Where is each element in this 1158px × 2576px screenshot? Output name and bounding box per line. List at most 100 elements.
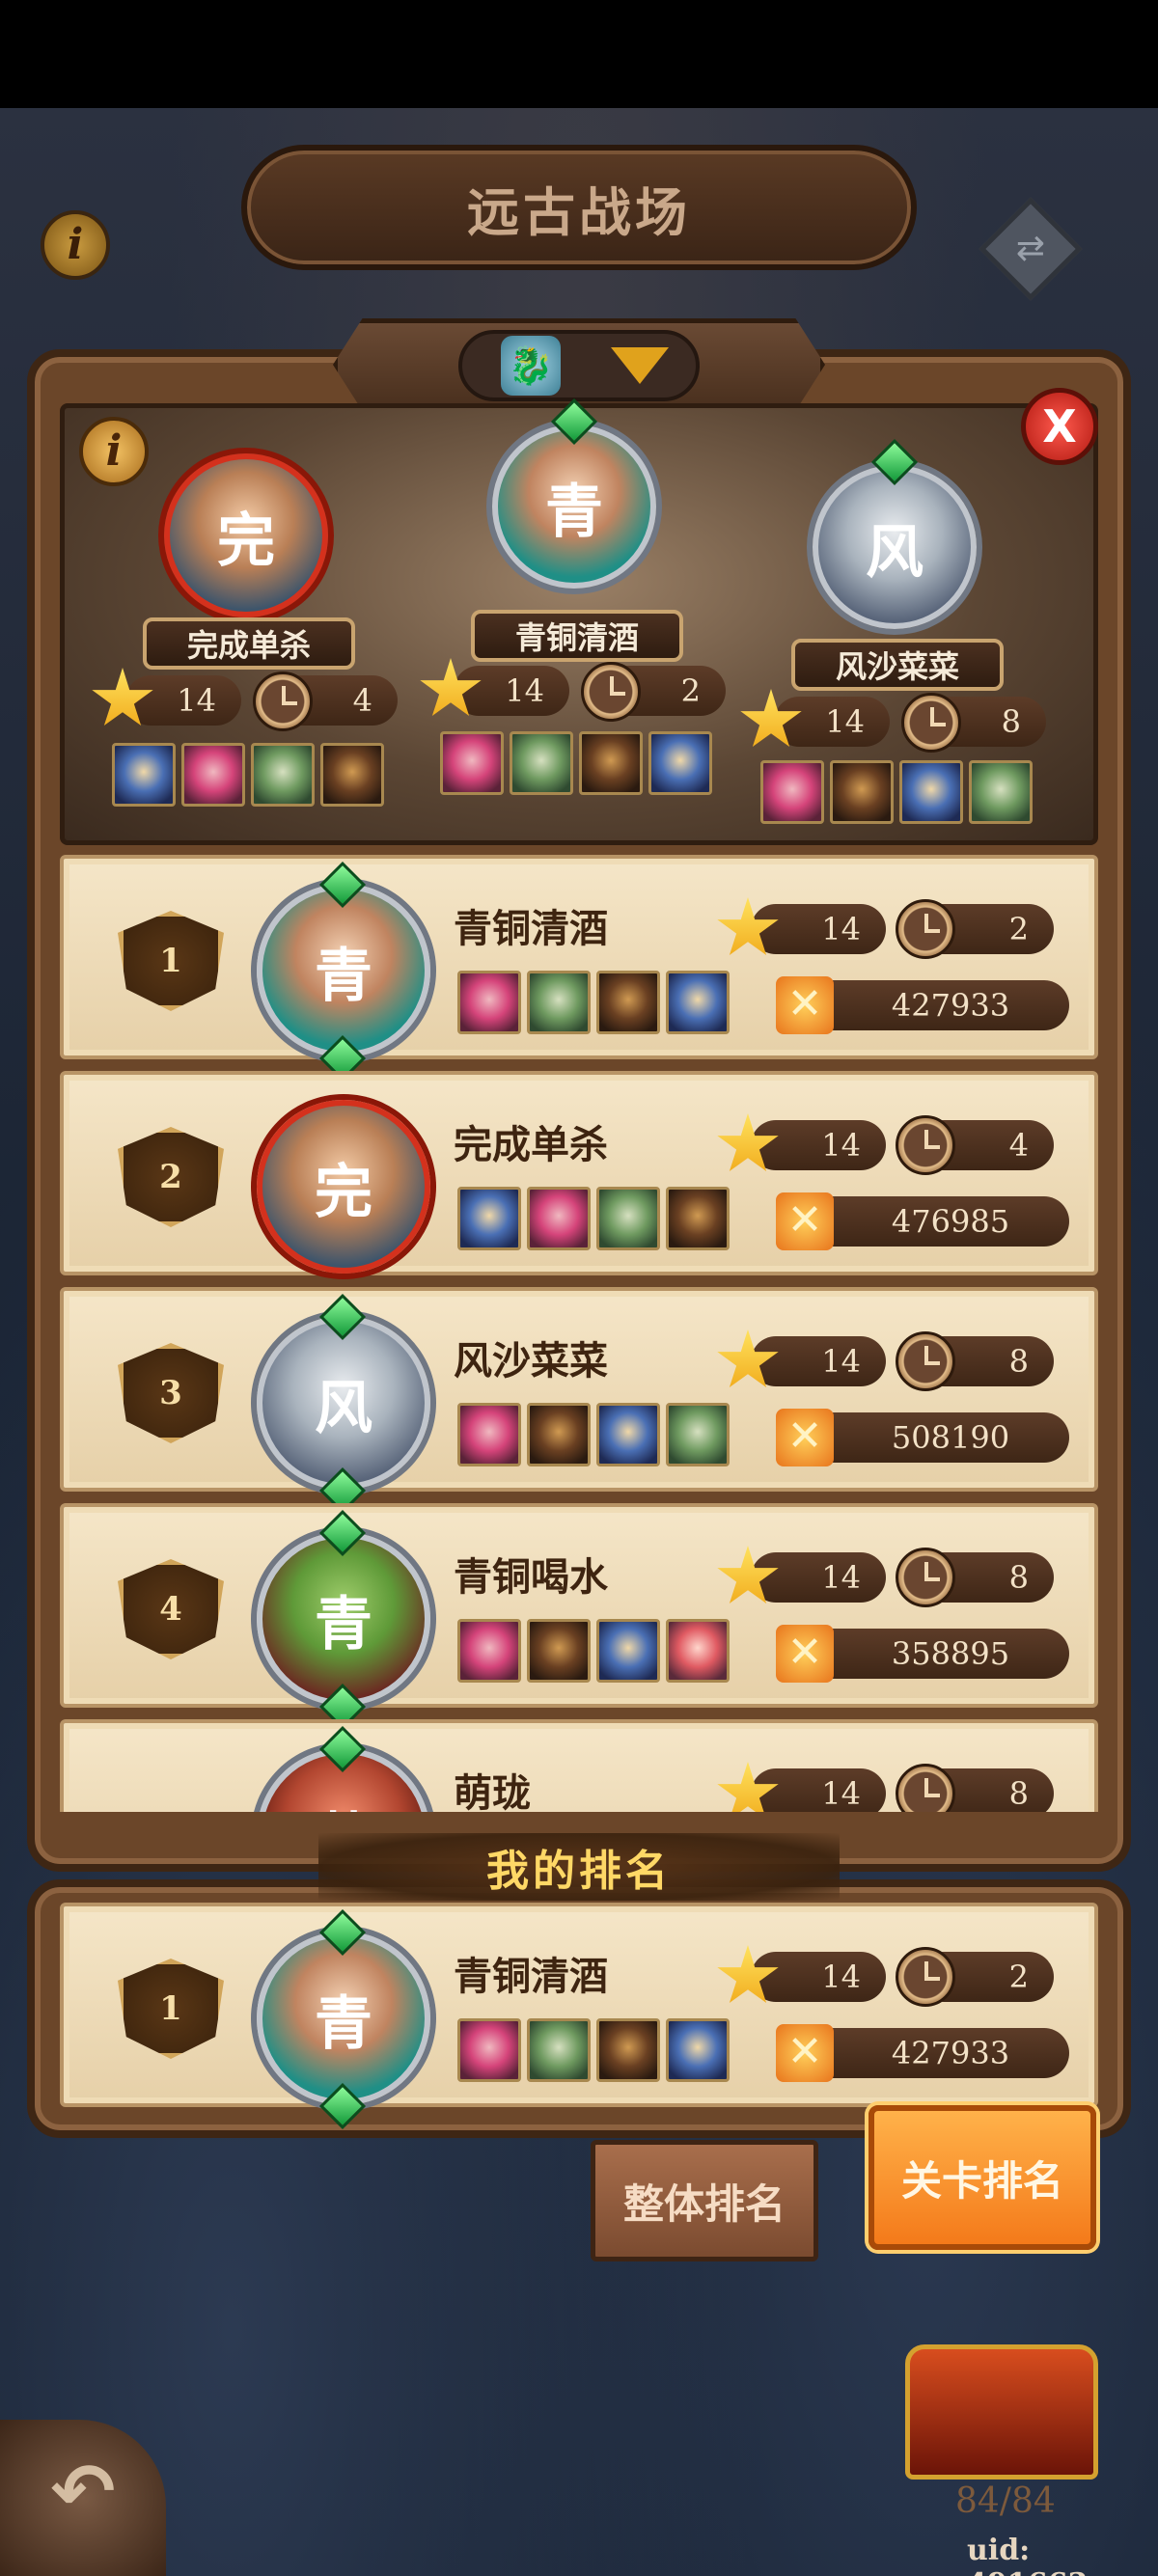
combat-power: 358895 [803, 1629, 1069, 1679]
podium-stars: 14 [125, 675, 241, 726]
star-count: 14 [751, 1120, 886, 1170]
player-avatar[interactable]: 风 [257, 1316, 430, 1490]
rank-badge: 1 [118, 911, 224, 1011]
hero-portrait-icon[interactable] [648, 731, 712, 795]
chest-progress: 84/84 [955, 2481, 1056, 2521]
hero-portrait-icon[interactable] [830, 760, 894, 824]
info-icon[interactable]: i [41, 210, 110, 280]
hero-portrait-icon[interactable] [666, 1619, 730, 1683]
player-name: 青铜喝水 [454, 1555, 608, 1600]
hero-portrait-icon[interactable] [596, 1187, 660, 1250]
overall-ranking-button[interactable]: 整体排名 [591, 2140, 818, 2261]
hero-portrait-icon[interactable] [112, 743, 176, 807]
player-name: 青铜清酒 [454, 1955, 608, 1999]
dragon-icon: 🐉 [501, 336, 561, 396]
player-avatar[interactable]: 完 [257, 1100, 430, 1274]
star-count: 14 [751, 1952, 886, 2002]
hero-portrait-icon[interactable] [181, 743, 245, 807]
podium-avatar[interactable]: 完 [164, 453, 328, 617]
clock-icon [901, 693, 961, 753]
hero-portrait-icon[interactable] [899, 760, 963, 824]
ranking-row[interactable]: 1 青青铜清酒 14 2 427933 ✕ [60, 855, 1098, 1082]
hero-portrait-icon[interactable] [527, 2018, 591, 2082]
podium-avatar[interactable]: 风 [813, 465, 977, 629]
rank-badge: 1 [118, 1959, 224, 2059]
user-id: uid: 491663 [967, 2534, 1088, 2576]
player-name: 萌珑 [454, 1771, 531, 1812]
hero-portrait-icon[interactable] [527, 1619, 591, 1683]
clock-icon [896, 1115, 955, 1175]
hero-portrait-icon[interactable] [579, 731, 643, 795]
hero-lineup [457, 1619, 730, 1683]
hero-portrait-icon[interactable] [596, 971, 660, 1034]
crossed-swords-icon: ✕ [776, 1409, 834, 1466]
hero-portrait-icon[interactable] [527, 971, 591, 1034]
hero-lineup [457, 1187, 730, 1250]
podium-info-icon[interactable]: i [79, 417, 149, 486]
crossed-swords-icon: ✕ [776, 1625, 834, 1683]
hero-lineup [760, 760, 1033, 824]
clock-icon [896, 1947, 955, 2007]
star-count: 14 [751, 1552, 886, 1603]
star-count: 14 [751, 1336, 886, 1386]
player-name: 完成单杀 [454, 1123, 608, 1167]
player-name: 风沙菜菜 [454, 1339, 608, 1384]
hero-portrait-icon[interactable] [457, 971, 521, 1034]
ranking-list[interactable]: 1 青青铜清酒 14 2 427933 ✕ 2 完完成单杀 14 4 476985 ✕ 3 风风沙菜菜 14… [60, 855, 1098, 1812]
hero-lineup [112, 743, 384, 807]
hero-lineup [457, 1403, 730, 1466]
dropdown-arrow-icon[interactable] [611, 347, 669, 384]
podium-player-name: 青铜清酒 [471, 610, 683, 662]
clock-icon [896, 1331, 955, 1391]
hero-portrait-icon[interactable] [440, 731, 504, 795]
player-avatar[interactable]: 青 [257, 884, 430, 1057]
title-plaque: 远古战场 [241, 145, 917, 270]
status-bar [0, 0, 1158, 108]
hero-portrait-icon[interactable] [666, 971, 730, 1034]
player-avatar[interactable]: 青 [257, 1932, 430, 2105]
podium-stars: 14 [454, 666, 569, 716]
hero-portrait-icon[interactable] [527, 1403, 591, 1466]
hero-portrait-icon[interactable] [251, 743, 315, 807]
ranking-row[interactable]: 萌萌珑148 [60, 1719, 1098, 1812]
podium-avatar[interactable]: 青 [492, 425, 656, 589]
ranking-row[interactable]: 4 青青铜喝水 14 8 358895 ✕ [60, 1503, 1098, 1731]
hero-portrait-icon[interactable] [596, 1619, 660, 1683]
podium-stars: 14 [774, 697, 890, 747]
hero-portrait-icon[interactable] [457, 1187, 521, 1250]
hero-lineup [440, 731, 712, 795]
star-count: 14 [751, 904, 886, 954]
combat-power: 427933 [803, 980, 1069, 1030]
hero-portrait-icon[interactable] [596, 1403, 660, 1466]
hero-portrait-icon[interactable] [969, 760, 1033, 824]
close-icon[interactable]: X [1021, 388, 1098, 465]
combat-power: 508190 [803, 1412, 1069, 1463]
hero-portrait-icon[interactable] [457, 2018, 521, 2082]
ranking-row[interactable]: 2 完完成单杀 14 4 476985 ✕ [60, 1071, 1098, 1275]
combat-power: 476985 [803, 1196, 1069, 1247]
clock-icon [253, 671, 313, 731]
level-ranking-button[interactable]: 关卡排名 [868, 2105, 1096, 2250]
hero-portrait-icon[interactable] [666, 1187, 730, 1250]
hero-portrait-icon[interactable] [527, 1187, 591, 1250]
reward-chest-icon[interactable] [905, 2344, 1098, 2480]
hero-portrait-icon[interactable] [666, 2018, 730, 2082]
clock-icon [896, 1548, 955, 1607]
hero-portrait-icon[interactable] [457, 1619, 521, 1683]
hero-portrait-icon[interactable] [510, 731, 573, 795]
hero-portrait-icon[interactable] [760, 760, 824, 824]
ranking-row[interactable]: 3 风风沙菜菜 14 8 508190 ✕ [60, 1287, 1098, 1515]
hero-portrait-icon[interactable] [457, 1403, 521, 1466]
crossed-swords-icon: ✕ [776, 1192, 834, 1250]
ranking-row[interactable]: 1 青青铜清酒 14 2 427933 ✕ [60, 1903, 1098, 2130]
hero-portrait-icon[interactable] [596, 2018, 660, 2082]
podium-player-name: 风沙菜菜 [791, 639, 1004, 691]
star-count: 14 [751, 1768, 886, 1812]
player-avatar[interactable]: 青 [257, 1532, 430, 1706]
combat-power: 427933 [803, 2028, 1069, 2078]
player-name: 青铜清酒 [454, 907, 608, 951]
hero-portrait-icon[interactable] [666, 1403, 730, 1466]
page-title: 远古战场 [467, 181, 691, 243]
stage-selector[interactable]: 🐉 [458, 330, 700, 401]
hero-portrait-icon[interactable] [320, 743, 384, 807]
